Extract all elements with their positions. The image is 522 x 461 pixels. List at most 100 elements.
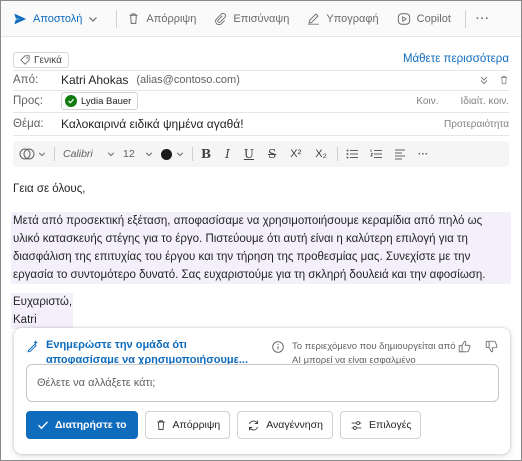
recipient-chip[interactable]: Lydia Bauer <box>61 92 139 110</box>
regenerate-label: Αναγέννηση <box>266 419 323 431</box>
text-color-button[interactable] <box>161 148 184 160</box>
pen-icon <box>308 13 320 25</box>
bullet-list-icon[interactable] <box>346 148 358 160</box>
font-size-select[interactable]: 12 <box>123 148 153 160</box>
copilot-button[interactable]: Copilot <box>391 5 457 33</box>
paragraph-group: ··· <box>346 148 429 160</box>
format-divider <box>336 147 338 161</box>
feedback-group <box>458 340 498 353</box>
send-button[interactable]: Αποστολή <box>1 5 88 33</box>
learn-more-link[interactable]: Μάθετε περισσότερα <box>403 53 509 65</box>
format-divider <box>192 147 193 161</box>
compose-toolbar: Αποστολή Απόρριψη Επισύναψη Υπογραφή Cop… <box>1 1 521 37</box>
refresh-icon <box>249 420 259 430</box>
attach-button[interactable]: Επισύναψη <box>208 5 295 33</box>
send-options-chevron[interactable] <box>88 5 112 33</box>
copilot-discard-label: Απόρριψη <box>172 419 221 431</box>
from-email: (alias@contoso.com) <box>136 74 240 86</box>
delete-icon[interactable] <box>499 75 509 85</box>
font-name: Calibri <box>63 148 93 160</box>
align-icon[interactable] <box>394 148 406 160</box>
more-options-button[interactable]: ··· <box>470 5 496 33</box>
to-label: Προς: <box>13 95 43 107</box>
divider <box>13 112 509 113</box>
email-paragraph[interactable]: Μετά από προσεκτική εξέταση, αποφασίσαμε… <box>11 212 511 284</box>
sliders-icon <box>351 420 362 430</box>
discard-button[interactable]: Απόρριψη <box>121 5 202 33</box>
text-color-swatch <box>161 148 172 160</box>
info-icon <box>272 341 284 353</box>
email-signoff[interactable]: Ευχαριστώ, Katri <box>11 293 73 329</box>
send-label: Αποστολή <box>33 12 83 25</box>
compose-window: Αποστολή Απόρριψη Επισύναψη Υπογραφή Cop… <box>0 0 522 461</box>
italic-button[interactable]: I <box>225 147 230 161</box>
format-divider <box>54 147 55 161</box>
copilot-draft-card: Ενημερώστε την ομάδα ότι αποφασίσαμε να … <box>14 328 510 454</box>
from-actions <box>479 75 509 85</box>
toolbar-divider <box>116 9 118 28</box>
collapse-icon[interactable] <box>479 75 489 85</box>
copilot-actions: Διατηρήστε το Απόρριψη Αναγέννηση Επιλογ… <box>26 411 422 439</box>
underline-button[interactable]: U <box>244 147 254 161</box>
trash-icon <box>156 420 165 430</box>
send-icon <box>14 13 27 24</box>
paperclip-icon <box>215 12 227 25</box>
bold-button[interactable]: B <box>201 147 211 161</box>
styles-icon <box>19 148 35 160</box>
keep-it-label: Διατηρήστε το <box>55 419 127 431</box>
trash-icon <box>129 13 138 24</box>
thumbs-up-icon[interactable] <box>458 340 471 353</box>
text-style-group: B I U S X² X₂ <box>201 147 327 161</box>
chevron-down-icon <box>38 152 46 157</box>
more-icon: ··· <box>475 12 490 25</box>
presence-check-icon <box>65 95 77 107</box>
font-name-select[interactable]: Calibri <box>63 148 115 160</box>
tag-icon <box>20 55 30 65</box>
superscript-button[interactable]: X² <box>290 148 301 160</box>
subject-row: Θέμα: Καλοκαιρινά ειδικά ψημένα αγαθά! Π… <box>13 115 509 133</box>
email-greeting[interactable]: Γεια σε όλους, <box>13 180 513 198</box>
options-label: Επιλογές <box>368 419 412 431</box>
keep-it-button[interactable]: Διατηρήστε το <box>26 411 138 439</box>
chevron-down-icon <box>176 152 184 157</box>
styles-button[interactable] <box>19 147 46 161</box>
more-format-icon[interactable]: ··· <box>418 148 429 160</box>
strikethrough-button[interactable]: S <box>268 147 276 161</box>
cc-button[interactable]: Κοιν. <box>416 96 438 107</box>
font-size: 12 <box>123 148 135 160</box>
copilot-prompt-input[interactable]: Θέλετε να αλλάξετε κάτι; <box>26 364 499 402</box>
subject-input[interactable]: Καλοκαιρινά ειδικά ψημένα αγαθά! <box>61 117 244 131</box>
sparkle-pen-icon <box>27 340 38 353</box>
prompt-placeholder: Θέλετε να αλλάξετε κάτι; <box>37 377 156 389</box>
copilot-discard-button[interactable]: Απόρριψη <box>144 411 231 439</box>
copilot-icon <box>397 12 410 25</box>
copilot-label: Copilot <box>416 12 451 25</box>
from-name[interactable]: Katri Ahokas <box>61 73 128 87</box>
bcc-button[interactable]: Ιδιαίτ. κοιν. <box>460 96 509 107</box>
regenerate-button[interactable]: Αναγέννηση <box>237 411 333 439</box>
formatting-toolbar: Calibri 12 B I U S X² X₂ ··· <box>13 141 509 167</box>
signature-button[interactable]: Υπογραφή <box>301 5 384 33</box>
priority-button[interactable]: Προτεραιότητα <box>444 119 509 130</box>
sensitivity-label: Γενικά <box>34 54 62 66</box>
discard-label: Απόρριψη <box>146 12 197 25</box>
chevron-down-icon <box>107 152 115 157</box>
closing-text: Ευχαριστώ, <box>13 296 73 308</box>
options-button[interactable]: Επιλογές <box>339 411 422 439</box>
to-row: Προς: Lydia Bauer Κοιν. Ιδιαίτ. κοιν. <box>13 91 509 111</box>
subscript-button[interactable]: X₂ <box>315 148 327 160</box>
sensitivity-label-button[interactable]: Γενικά <box>13 52 69 68</box>
cc-bcc-group: Κοιν. Ιδιαίτ. κοιν. <box>416 96 509 107</box>
signature-label: Υπογραφή <box>326 12 379 25</box>
divider <box>13 135 509 136</box>
from-label: Από: <box>13 74 39 86</box>
thumbs-down-icon[interactable] <box>485 340 498 353</box>
signature-text: Katri <box>13 314 37 326</box>
numbered-list-icon[interactable] <box>370 148 382 160</box>
toolbar-divider <box>464 9 466 28</box>
chevron-down-icon <box>89 16 98 22</box>
attach-label: Επισύναψη <box>233 12 290 25</box>
subject-label: Θέμα: <box>13 118 44 130</box>
recipient-name: Lydia Bauer <box>81 95 132 107</box>
from-row: Από: Katri Ahokas (alias@contoso.com) <box>13 71 509 89</box>
